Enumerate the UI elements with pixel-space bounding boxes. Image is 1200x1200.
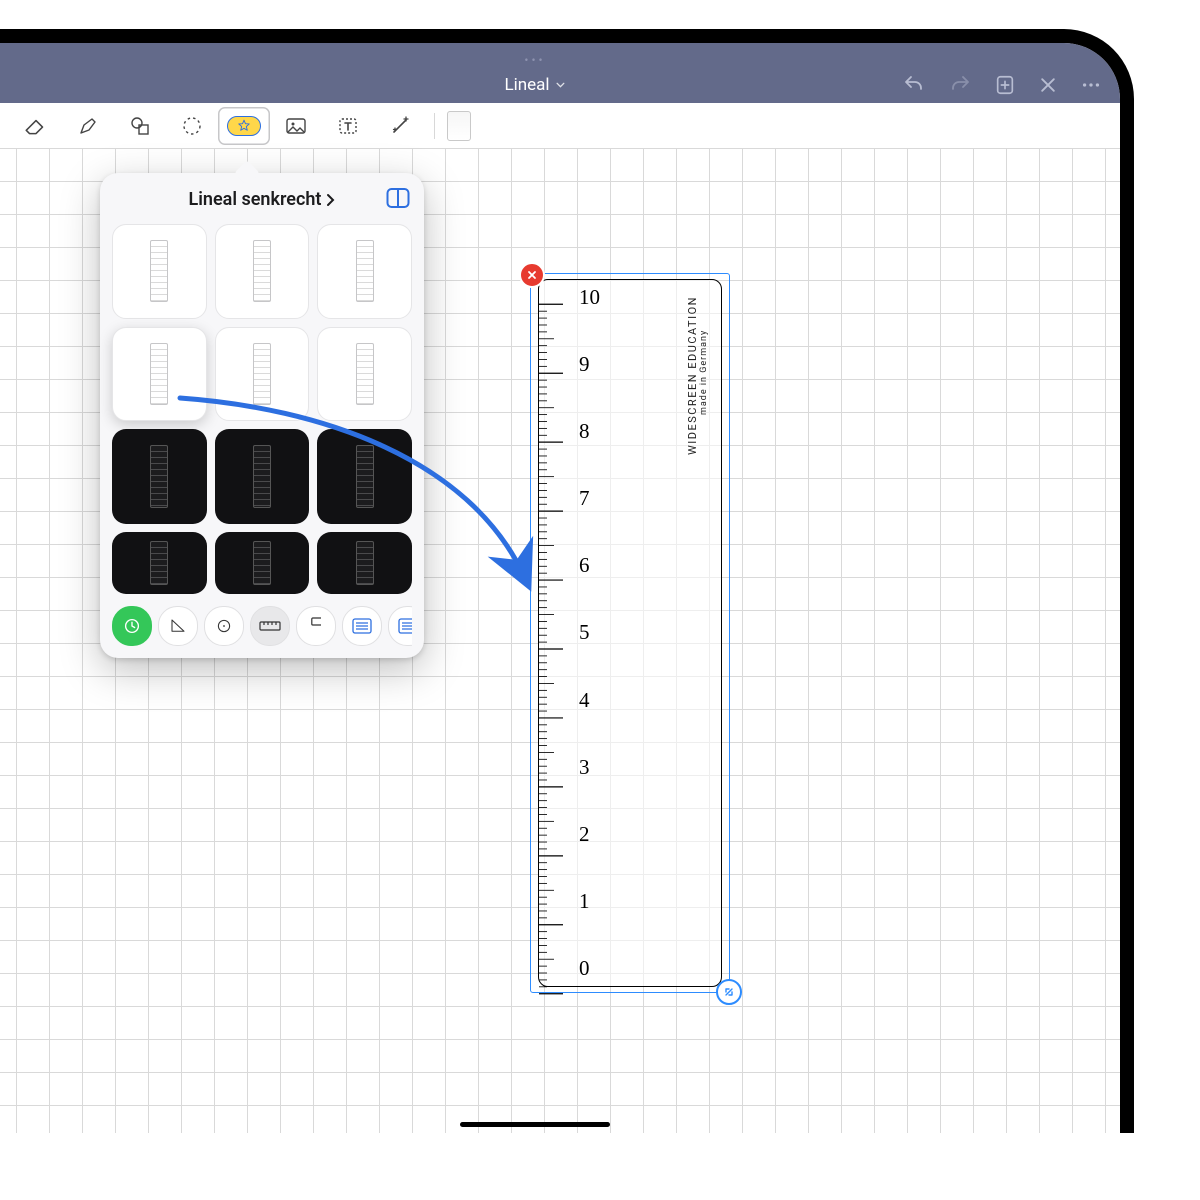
stamp-option[interactable] (317, 532, 412, 594)
ruler-number: 1 (579, 889, 600, 914)
device-frame: ••• Lineal (0, 29, 1134, 1133)
magic-tool[interactable] (374, 107, 426, 145)
document-title-label: Lineal (504, 75, 549, 95)
category-recent[interactable] (112, 606, 152, 646)
stamps-grid (112, 224, 412, 594)
stamp-option[interactable] (112, 532, 207, 594)
ruler-number: 8 (579, 419, 600, 444)
toolbar (0, 103, 1120, 149)
stamps-popover: Lineal senkrecht (100, 173, 424, 658)
ruler-body: // draw ticks via DOM after load in late… (538, 279, 722, 987)
titlebar: ••• Lineal (0, 43, 1120, 103)
stamp-option[interactable] (215, 429, 310, 524)
delete-object-button[interactable] (519, 262, 545, 288)
ruler-number: 5 (579, 620, 600, 645)
clock-icon (123, 617, 141, 635)
chevron-right-icon (325, 193, 335, 207)
resize-icon (723, 986, 735, 998)
split-icon (386, 187, 410, 209)
add-page-button[interactable] (994, 74, 1016, 96)
ruler-object[interactable]: // draw ticks via DOM after load in late… (530, 273, 730, 993)
pen-tool[interactable] (0, 107, 10, 145)
shapes-tool[interactable] (114, 107, 166, 145)
ruler-h-icon (259, 621, 281, 631)
stamp-option[interactable] (112, 429, 207, 524)
ruler-number: 3 (579, 755, 600, 780)
lined-icon (398, 618, 412, 634)
document-title[interactable]: Lineal (504, 75, 565, 95)
stamp-option[interactable] (215, 327, 310, 422)
category-lined-alt[interactable] (388, 606, 412, 646)
stamp-option[interactable] (317, 327, 412, 422)
ruler-number: 10 (579, 285, 600, 310)
ruler-number: 7 (579, 486, 600, 511)
popover-title-label: Lineal senkrecht (189, 189, 322, 210)
stamps-tool[interactable] (218, 107, 270, 145)
stamp-option[interactable] (112, 224, 207, 319)
stamp-option-selected[interactable] (112, 327, 207, 422)
star-icon (237, 119, 251, 133)
ruler-number: 0 (579, 956, 600, 981)
protractor-icon (215, 617, 233, 635)
stamp-option[interactable] (317, 224, 412, 319)
undo-button[interactable] (902, 73, 926, 97)
stamp-option[interactable] (215, 532, 310, 594)
ruler-number: 4 (579, 688, 600, 713)
ruler-number: 9 (579, 352, 600, 377)
home-indicator[interactable] (460, 1122, 610, 1127)
image-tool[interactable] (270, 107, 322, 145)
ruler-ticks (539, 296, 573, 1002)
text-tool[interactable] (322, 107, 374, 145)
eraser-tool[interactable] (10, 107, 62, 145)
lined-icon (352, 618, 372, 634)
ruler-scale: 0 1 2 3 4 5 6 7 8 9 10 (579, 285, 600, 981)
multitask-dots[interactable]: ••• (524, 53, 545, 67)
close-button[interactable] (1038, 75, 1058, 95)
close-icon (527, 270, 537, 280)
toolbar-divider (434, 113, 435, 139)
more-button[interactable] (1080, 74, 1102, 96)
split-view-button[interactable] (386, 187, 410, 213)
highlighter-tool[interactable] (62, 107, 114, 145)
ruler-number: 2 (579, 822, 600, 847)
category-ruler-v[interactable] (296, 606, 336, 646)
ruler-brand: WIDESCREEN EDUCATION made in Germany (686, 296, 709, 455)
ruler-number: 6 (579, 553, 600, 578)
lasso-tool[interactable] (166, 107, 218, 145)
chevron-down-icon (556, 80, 566, 90)
popover-title[interactable]: Lineal senkrecht (189, 189, 336, 210)
category-footer (112, 594, 412, 646)
category-lined[interactable] (342, 606, 382, 646)
category-circle[interactable] (204, 606, 244, 646)
redo-button[interactable] (948, 73, 972, 97)
stamp-option[interactable] (317, 429, 412, 524)
category-triangle[interactable] (158, 606, 198, 646)
triangle-icon (169, 617, 187, 635)
resize-handle[interactable] (716, 979, 742, 1005)
page-thumbnail[interactable] (447, 111, 471, 141)
category-ruler-h[interactable] (250, 606, 290, 646)
stamp-option[interactable] (215, 224, 310, 319)
